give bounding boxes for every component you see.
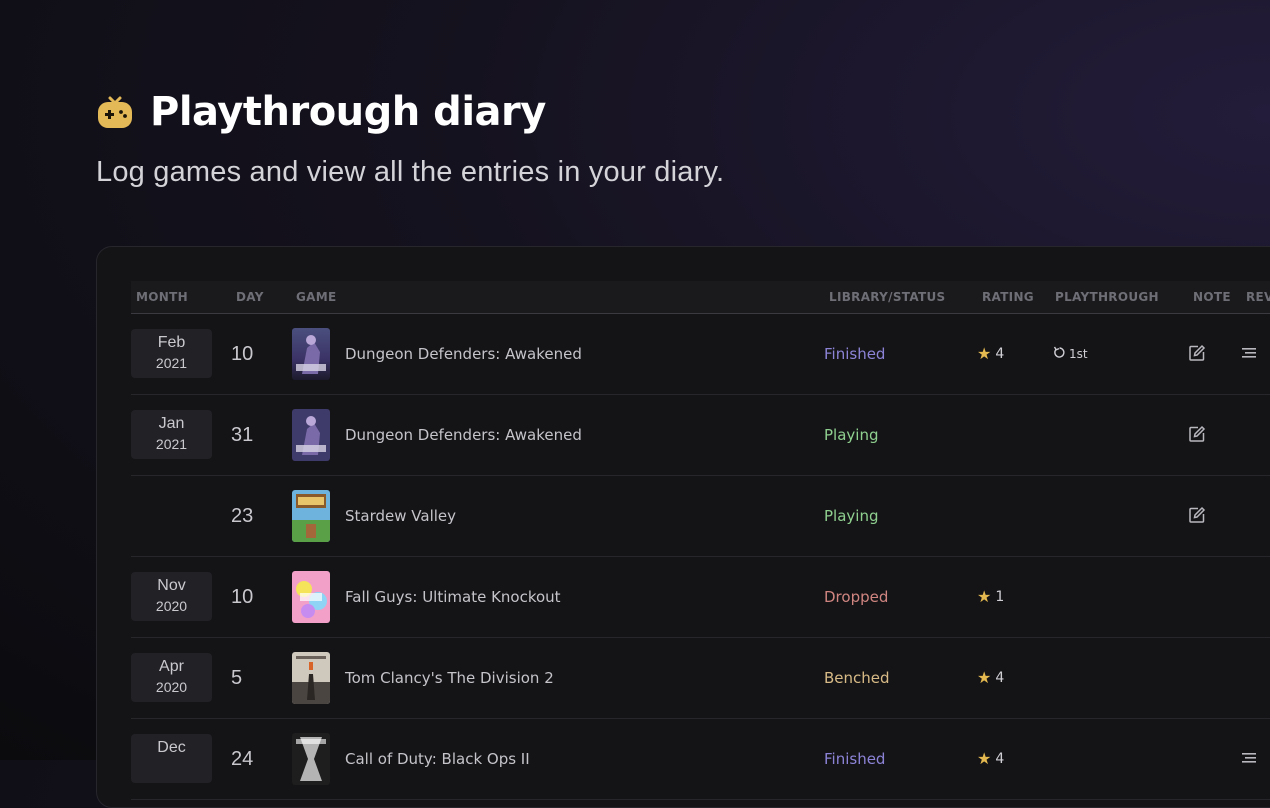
column-header-day[interactable]: DAY — [236, 281, 264, 313]
table-row[interactable]: Apr 2020 5 Tom Clancy's The Division 2 B… — [131, 638, 1270, 719]
rating-value: 4 — [995, 670, 1005, 686]
status-label[interactable]: Playing — [824, 476, 878, 556]
star-icon: ★ — [977, 668, 992, 687]
rating: ★ 1 — [977, 557, 1004, 637]
table-row[interactable]: 23 Stardew Valley Playing — [131, 476, 1270, 557]
month-badge: Jan 2021 — [131, 410, 212, 459]
status-label[interactable]: Benched — [824, 638, 890, 718]
table-row[interactable]: Feb 2021 10 Dungeon Defenders: Awakened … — [131, 314, 1270, 395]
year-label: 2020 — [155, 598, 188, 614]
review-icon[interactable] — [1241, 750, 1257, 764]
month-label: Nov — [157, 577, 186, 594]
edit-note-icon[interactable] — [1188, 344, 1206, 362]
review-icon[interactable] — [1241, 345, 1257, 359]
game-title[interactable]: Stardew Valley — [345, 476, 456, 556]
year-label: 2020 — [155, 679, 188, 695]
status-label[interactable]: Finished — [824, 314, 885, 394]
table-row[interactable]: Nov 2020 10 Fall Guys: Ultimate Knockout… — [131, 557, 1270, 638]
game-cover[interactable] — [292, 328, 330, 380]
page-subtitle: Log games and view all the entries in yo… — [96, 156, 725, 188]
table-header: MONTH DAY GAME LIBRARY/STATUS RATING PLA… — [131, 281, 1270, 314]
star-icon: ★ — [977, 749, 992, 768]
column-header-month[interactable]: MONTH — [136, 281, 188, 313]
game-cover[interactable] — [292, 490, 330, 542]
game-title[interactable]: Dungeon Defenders: Awakened — [345, 395, 582, 475]
month-badge: Dec — [131, 734, 212, 783]
edit-note-icon[interactable] — [1188, 425, 1206, 443]
month-badge: Apr 2020 — [131, 653, 212, 702]
table-row[interactable]: Jan 2021 31 Dungeon Defenders: Awakened … — [131, 395, 1270, 476]
status-label[interactable]: Dropped — [824, 557, 888, 637]
game-title[interactable]: Call of Duty: Black Ops II — [345, 719, 530, 799]
day-label: 31 — [231, 424, 254, 446]
rating-value: 4 — [995, 751, 1005, 767]
day-label: 5 — [231, 667, 243, 689]
game-cover[interactable] — [292, 409, 330, 461]
page-header: Playthrough diary Log games and view all… — [96, 88, 724, 189]
day-label: 10 — [231, 343, 254, 365]
game-title[interactable]: Tom Clancy's The Division 2 — [345, 638, 554, 718]
column-header-review[interactable]: REV — [1246, 281, 1270, 313]
rating: ★ 4 — [977, 314, 1004, 394]
column-header-status[interactable]: LIBRARY/STATUS — [829, 281, 945, 313]
day-label: 23 — [231, 505, 254, 527]
diary-table: MONTH DAY GAME LIBRARY/STATUS RATING PLA… — [131, 281, 1270, 800]
star-icon: ★ — [977, 344, 992, 363]
star-icon: ★ — [977, 587, 992, 606]
rating: ★ 4 — [977, 719, 1004, 799]
diary-panel: MONTH DAY GAME LIBRARY/STATUS RATING PLA… — [96, 246, 1270, 808]
replay-icon — [1053, 346, 1066, 362]
game-title[interactable]: Fall Guys: Ultimate Knockout — [345, 557, 561, 637]
month-label: Dec — [157, 739, 186, 756]
game-cover[interactable] — [292, 571, 330, 623]
month-badge: Nov 2020 — [131, 572, 212, 621]
status-label[interactable]: Finished — [824, 719, 885, 799]
rating: ★ 4 — [977, 638, 1004, 718]
page-title: Playthrough diary — [150, 89, 546, 135]
game-title[interactable]: Dungeon Defenders: Awakened — [345, 314, 582, 394]
status-label[interactable]: Playing — [824, 395, 878, 475]
column-header-game[interactable]: GAME — [296, 281, 336, 313]
game-cover[interactable] — [292, 652, 330, 704]
year-label: 2021 — [155, 355, 188, 371]
edit-note-icon[interactable] — [1188, 506, 1206, 524]
gamepad-icon — [96, 93, 134, 131]
day-label: 24 — [231, 748, 254, 770]
game-cover[interactable] — [292, 733, 330, 785]
day-label: 10 — [231, 586, 254, 608]
column-header-rating[interactable]: RATING — [982, 281, 1034, 313]
month-label: Feb — [157, 334, 186, 351]
column-header-note[interactable]: NOTE — [1193, 281, 1231, 313]
month-label: Jan — [158, 415, 185, 432]
rating-value: 4 — [995, 346, 1005, 362]
playthrough-label: 1st — [1069, 347, 1088, 361]
rating-value: 1 — [995, 589, 1005, 605]
month-badge: Feb 2021 — [131, 329, 212, 378]
column-header-playthrough[interactable]: PLAYTHROUGH — [1055, 281, 1159, 313]
month-label: Apr — [159, 658, 184, 675]
year-label: 2021 — [155, 436, 188, 452]
playthrough: 1st — [1053, 314, 1088, 394]
